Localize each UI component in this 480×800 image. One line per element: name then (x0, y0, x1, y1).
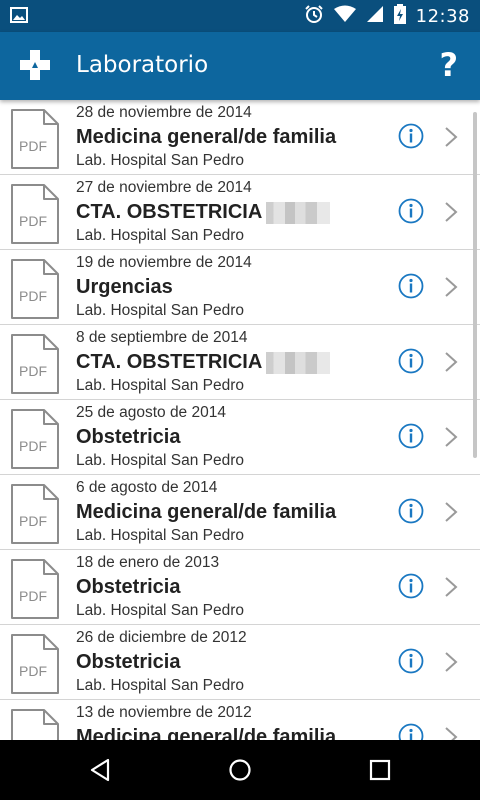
redacted-text (266, 351, 331, 374)
svg-text:PDF: PDF (19, 288, 47, 304)
list-item[interactable]: PDF 27 de noviembre de 2014 CTA. OBSTETR… (0, 175, 480, 250)
report-name-text: Urgencias (76, 276, 173, 298)
report-name-text: Obstetricia (76, 651, 181, 673)
report-lab: Lab. Hospital San Pedro (76, 152, 245, 169)
list-item[interactable]: PDF 13 de noviembre de 2012 Medicina gen… (0, 700, 480, 740)
report-date: 13 de noviembre de 2012 (76, 704, 252, 721)
info-icon[interactable] (398, 123, 424, 149)
report-lab: Lab. Hospital San Pedro (76, 377, 245, 394)
report-date: 25 de agosto de 2014 (76, 404, 226, 421)
app-bar: Laboratorio ? (0, 32, 480, 100)
report-lab: Lab. Hospital San Pedro (76, 527, 245, 544)
svg-text:PDF: PDF (19, 213, 47, 229)
list-item[interactable]: PDF 28 de noviembre de 2014 Medicina gen… (0, 100, 480, 175)
chevron-right-icon[interactable] (444, 501, 458, 523)
info-icon[interactable] (398, 273, 424, 299)
info-icon[interactable] (398, 498, 424, 524)
report-name-text: Medicina general/de familia (76, 501, 337, 523)
report-lab: Lab. Hospital San Pedro (76, 602, 245, 619)
svg-text:PDF: PDF (19, 363, 47, 379)
report-name-text: Medicina general/de familia (76, 726, 337, 740)
pdf-file-icon: PDF (10, 708, 60, 740)
report-lab: Lab. Hospital San Pedro (76, 302, 245, 319)
chevron-right-icon[interactable] (444, 126, 458, 148)
info-icon[interactable] (398, 723, 424, 740)
medical-cross-logo-icon (18, 48, 52, 82)
report-name-text: Obstetricia (76, 576, 181, 598)
recents-icon[interactable] (368, 758, 392, 782)
clock-time: 12:38 (415, 5, 470, 27)
report-list[interactable]: PDF 28 de noviembre de 2014 Medicina gen… (0, 100, 480, 740)
info-icon[interactable] (398, 423, 424, 449)
report-lab: Lab. Hospital San Pedro (76, 227, 245, 244)
chevron-right-icon[interactable] (444, 276, 458, 298)
list-item[interactable]: PDF 18 de enero de 2013 Obstetricia Lab.… (0, 550, 480, 625)
signal-icon (366, 5, 384, 28)
chevron-right-icon[interactable] (444, 576, 458, 598)
wifi-icon (333, 5, 356, 28)
report-name: Medicina general/de familia (76, 726, 336, 740)
report-name-text: CTA. OBSTETRICIA (76, 201, 263, 223)
svg-text:PDF: PDF (19, 138, 47, 154)
list-item[interactable]: PDF 6 de agosto de 2014 Medicina general… (0, 475, 480, 550)
info-icon[interactable] (398, 198, 424, 224)
report-date: 26 de diciembre de 2012 (76, 629, 247, 646)
scrollbar[interactable] (473, 112, 477, 458)
report-name: Medicina general/de familia (76, 126, 336, 149)
report-date: 8 de septiembre de 2014 (76, 329, 248, 346)
report-date: 18 de enero de 2013 (76, 554, 220, 571)
help-icon[interactable]: ? (439, 46, 458, 84)
list-item[interactable]: PDF 25 de agosto de 2014 Obstetricia Lab… (0, 400, 480, 475)
chevron-right-icon[interactable] (444, 651, 458, 673)
report-name-text: CTA. OBSTETRICIA (76, 351, 263, 373)
pdf-file-icon: PDF (10, 183, 60, 245)
report-name: Obstetricia (76, 576, 180, 599)
navigation-bar (0, 740, 480, 800)
chevron-right-icon[interactable] (444, 726, 458, 740)
report-name-text: Obstetricia (76, 426, 181, 448)
report-date: 28 de noviembre de 2014 (76, 104, 252, 121)
pdf-file-icon: PDF (10, 633, 60, 695)
home-icon[interactable] (228, 758, 252, 782)
battery-icon (393, 3, 406, 29)
list-item[interactable]: PDF 19 de noviembre de 2014 Urgencias La… (0, 250, 480, 325)
image-icon (10, 7, 28, 28)
chevron-right-icon[interactable] (444, 201, 458, 223)
report-date: 27 de noviembre de 2014 (76, 179, 252, 196)
info-icon[interactable] (398, 348, 424, 374)
redacted-text (266, 201, 331, 224)
chevron-right-icon[interactable] (444, 351, 458, 373)
svg-text:PDF: PDF (19, 438, 47, 454)
report-name: Obstetricia (76, 426, 180, 449)
pdf-file-icon: PDF (10, 408, 60, 470)
report-name: Medicina general/de familia (76, 501, 336, 524)
report-lab: Lab. Hospital San Pedro (76, 677, 245, 694)
report-name: Obstetricia (76, 651, 180, 674)
pdf-file-icon: PDF (10, 258, 60, 320)
back-icon[interactable] (88, 758, 112, 782)
report-lab: Lab. Hospital San Pedro (76, 452, 245, 469)
page-title: Laboratorio (76, 52, 209, 78)
svg-text:PDF: PDF (19, 513, 47, 529)
report-date: 19 de noviembre de 2014 (76, 254, 252, 271)
report-date: 6 de agosto de 2014 (76, 479, 218, 496)
list-item[interactable]: PDF 26 de diciembre de 2012 Obstetricia … (0, 625, 480, 700)
report-name: CTA. OBSTETRICIA (76, 351, 331, 374)
pdf-file-icon: PDF (10, 558, 60, 620)
pdf-file-icon: PDF (10, 483, 60, 545)
pdf-file-icon: PDF (10, 333, 60, 395)
info-icon[interactable] (398, 648, 424, 674)
list-item[interactable]: PDF 8 de septiembre de 2014 CTA. OBSTETR… (0, 325, 480, 400)
alarm-icon (304, 4, 324, 29)
status-bar: 12:38 (0, 0, 480, 32)
report-name: CTA. OBSTETRICIA (76, 201, 331, 224)
report-name: Urgencias (76, 276, 173, 299)
chevron-right-icon[interactable] (444, 426, 458, 448)
svg-text:PDF: PDF (19, 588, 47, 604)
report-name-text: Medicina general/de familia (76, 126, 337, 148)
info-icon[interactable] (398, 573, 424, 599)
svg-text:PDF: PDF (19, 663, 47, 679)
pdf-file-icon: PDF (10, 108, 60, 170)
